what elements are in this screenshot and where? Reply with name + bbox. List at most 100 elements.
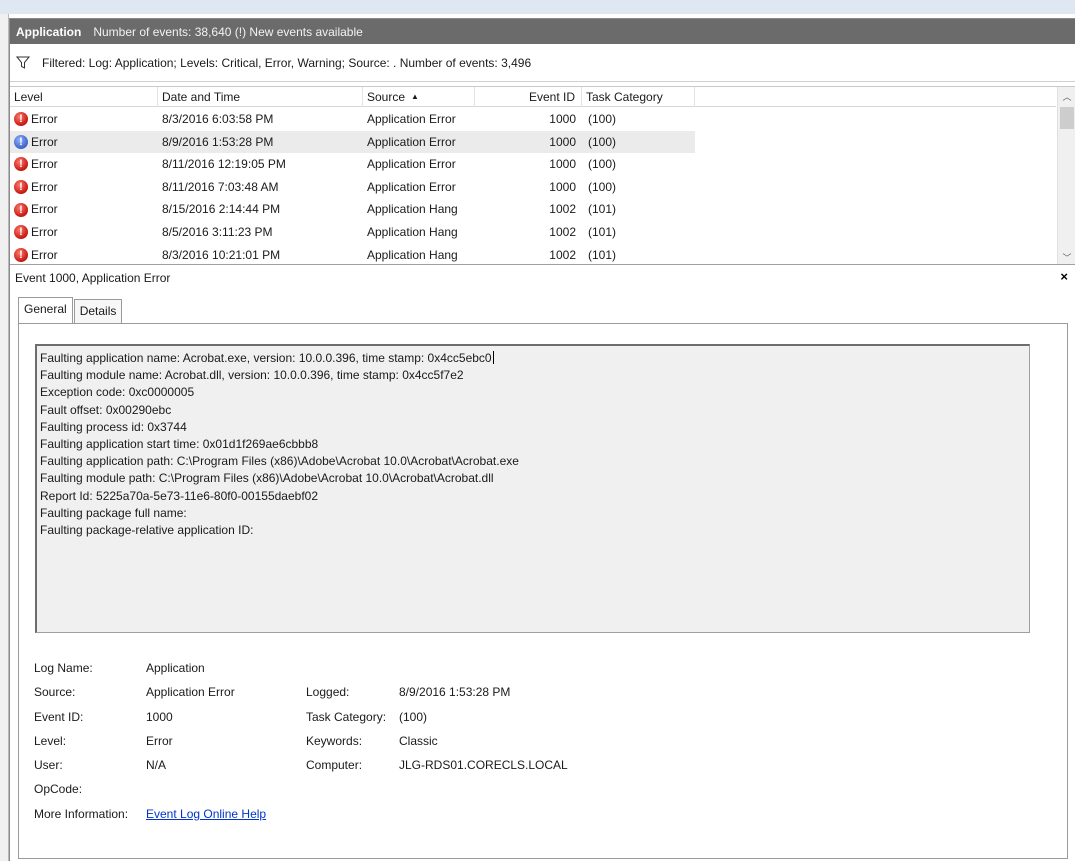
property-row: Source: Application Error Logged: 8/9/20… xyxy=(34,680,734,704)
computer-label: Computer: xyxy=(306,758,363,773)
property-row: Level: Error Keywords: Classic xyxy=(34,729,734,753)
row-source: Application Hang xyxy=(367,202,458,217)
row-category: (101) xyxy=(588,247,617,262)
error-icon: ! xyxy=(14,134,28,149)
event-detail-header: Event 1000, Application Error × xyxy=(10,267,1075,289)
table-row[interactable]: ! Error 8/3/2016 6:03:58 PM Application E… xyxy=(10,108,1056,131)
row-category: (101) xyxy=(588,224,617,239)
logged-label: Logged: xyxy=(306,685,350,700)
tab-general[interactable]: General xyxy=(18,297,73,323)
user-value: N/A xyxy=(146,758,167,773)
row-source: Application Hang xyxy=(367,247,458,262)
row-source: Application Error xyxy=(367,112,456,126)
row-source: Application Error xyxy=(363,130,475,154)
table-row[interactable]: ! Error 8/5/2016 3:11:23 PM Application H… xyxy=(10,221,1056,244)
property-row: Log Name: Application xyxy=(34,656,734,680)
row-event-id: 1002 xyxy=(549,202,576,217)
task-category-value: (100) xyxy=(399,709,428,724)
description-line: Faulting module path: C:\Program Files (… xyxy=(40,471,494,486)
sort-ascending-icon: ▲ xyxy=(411,92,419,101)
row-event-id: 1000 xyxy=(475,130,582,154)
row-level: Error xyxy=(31,112,58,126)
events-grid: Level Date and Time Source ▲ Event ID Tas… xyxy=(10,86,1075,265)
row-date: 8/9/2016 1:53:28 PM xyxy=(158,130,363,154)
row-level: Error xyxy=(31,179,58,194)
log-name-value: Application xyxy=(146,661,205,675)
description-line: Faulting process id: 0x3744 xyxy=(40,419,187,434)
row-date: 8/11/2016 12:19:05 PM xyxy=(162,157,286,172)
more-information-label: More Information: xyxy=(34,806,129,821)
user-label: User: xyxy=(34,758,63,773)
description-line: Faulting application name: Acrobat.exe, … xyxy=(40,351,492,365)
log-name-label: Log Name: xyxy=(34,661,93,675)
row-event-id: 1000 xyxy=(549,157,576,172)
detail-tabs: General Details xyxy=(18,297,123,323)
row-date: 8/3/2016 6:03:58 PM xyxy=(162,112,274,126)
scroll-thumb[interactable] xyxy=(1060,107,1074,129)
row-source: Application Hang xyxy=(367,224,458,239)
row-category: (100) xyxy=(582,130,695,154)
column-header-task-category[interactable]: Task Category xyxy=(582,87,695,107)
description-line: Faulting package full name: xyxy=(40,505,187,520)
scroll-up-icon[interactable]: ︿ xyxy=(1058,87,1075,105)
level-value: Error xyxy=(146,733,173,748)
task-category-label: Task Category: xyxy=(306,709,387,724)
column-header-level[interactable]: Level xyxy=(10,87,158,107)
event-properties: Log Name: Application Source: Applicatio… xyxy=(34,656,734,826)
row-date: 8/15/2016 2:14:44 PM xyxy=(162,202,281,217)
close-icon[interactable]: × xyxy=(1060,269,1068,284)
log-title-bar: Application Number of events: 38,640 (!)… xyxy=(10,19,1075,44)
description-line: Faulting package-relative application ID… xyxy=(40,523,254,538)
window-top-strip xyxy=(0,0,1075,14)
event-id-value: 1000 xyxy=(146,709,173,724)
row-date: 8/3/2016 10:21:01 PM xyxy=(162,247,281,262)
error-icon: ! xyxy=(14,247,28,262)
row-level: Error xyxy=(31,247,58,262)
logged-value: 8/9/2016 1:53:28 PM xyxy=(399,685,511,700)
description-line: Faulting module name: Acrobat.dll, versi… xyxy=(40,368,464,383)
table-row[interactable]: ! Error 8/15/2016 2:14:44 PM Application … xyxy=(10,198,1056,221)
row-level: Error xyxy=(31,134,58,149)
event-id-label: Event ID: xyxy=(34,709,84,724)
description-line: Faulting application path: C:\Program Fi… xyxy=(40,454,519,469)
table-row-selected[interactable]: ! Error 8/9/2016 1:53:28 PM Application E… xyxy=(10,130,1056,154)
description-line: Report Id: 5225a70a-5e73-11e6-80f0-00155… xyxy=(40,488,319,503)
column-header-source-label: Source xyxy=(367,90,406,104)
filter-bar: Filtered: Log: Application; Levels: Crit… xyxy=(10,44,1075,82)
table-row[interactable]: ! Error 8/11/2016 7:03:48 AM Application … xyxy=(10,176,1056,199)
computer-value: JLG-RDS01.CORECLS.LOCAL xyxy=(399,758,568,773)
source-label: Source: xyxy=(34,685,76,700)
event-description-textbox[interactable]: Faulting application name: Acrobat.exe, … xyxy=(35,344,1030,633)
event-log-online-help-link[interactable]: Event Log Online Help xyxy=(146,802,266,826)
row-event-id: 1000 xyxy=(549,179,576,194)
column-header-source[interactable]: Source ▲ xyxy=(363,87,475,107)
row-date: 8/5/2016 3:11:23 PM xyxy=(162,224,273,239)
source-value: Application Error xyxy=(146,685,235,700)
general-tab-panel: Faulting application name: Acrobat.exe, … xyxy=(18,323,1068,859)
error-icon: ! xyxy=(14,225,28,240)
table-row[interactable]: ! Error 8/11/2016 12:19:05 PM Application… xyxy=(10,153,1056,176)
column-header-date[interactable]: Date and Time xyxy=(158,87,363,107)
column-header-event-id[interactable]: Event ID xyxy=(475,87,582,107)
row-level: Error xyxy=(31,224,58,239)
error-icon: ! xyxy=(14,202,28,217)
row-category: (100) xyxy=(588,112,617,126)
text-cursor xyxy=(492,351,494,364)
property-row: More Information: Event Log Online Help xyxy=(34,802,734,826)
error-icon: ! xyxy=(14,180,28,195)
description-line: Fault offset: 0x00290ebc xyxy=(40,402,172,417)
log-name: Application xyxy=(16,24,82,39)
scroll-down-icon[interactable]: ﹀ xyxy=(1058,248,1075,264)
grid-vertical-scrollbar[interactable]: ︿ ﹀ xyxy=(1057,87,1075,264)
row-source: Application Error xyxy=(367,179,456,194)
left-splitter[interactable] xyxy=(0,14,9,861)
row-category: (100) xyxy=(588,157,617,172)
table-row[interactable]: ! Error 8/3/2016 10:21:01 PM Application … xyxy=(10,244,1056,264)
row-level: Error xyxy=(31,202,58,217)
row-event-id: 1002 xyxy=(549,224,576,239)
filter-description: Filtered: Log: Application; Levels: Crit… xyxy=(42,55,532,70)
tab-details[interactable]: Details xyxy=(73,299,123,323)
description-line: Exception code: 0xc0000005 xyxy=(40,385,195,400)
row-source: Application Error xyxy=(367,157,456,172)
row-date: 8/11/2016 7:03:48 AM xyxy=(162,179,279,194)
